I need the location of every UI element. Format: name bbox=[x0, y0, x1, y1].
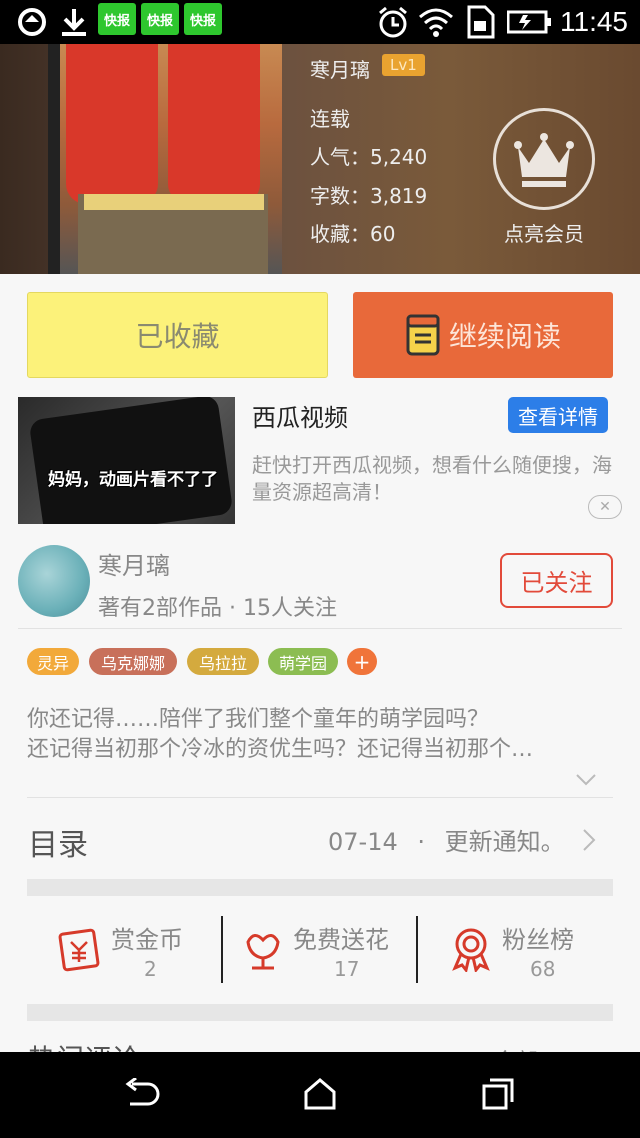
book-header: 寒月璃 Lv1 连载 人气：5,240 字数：3,819 收藏：60 点亮会员 bbox=[0, 44, 640, 274]
status-time: 11:45 bbox=[560, 6, 628, 37]
flower-icon bbox=[242, 928, 284, 976]
description-line: 还记得当初那个冷冰的资优生吗？还记得当初那个… bbox=[27, 737, 534, 762]
author-meta: 著有2部作品 · 15人关注 bbox=[98, 596, 337, 621]
toc-update-date: 07-14 bbox=[328, 828, 398, 856]
divider bbox=[27, 797, 613, 798]
description-line: 你还记得……陪伴了我们整个童年的萌学园吗？ bbox=[27, 707, 490, 732]
wifi-icon bbox=[416, 6, 456, 38]
fans-value: 68 bbox=[530, 957, 556, 981]
divider bbox=[416, 916, 418, 983]
ad-image-caption: 妈妈，动画片看不了了 bbox=[48, 470, 218, 490]
ad-image[interactable]: 妈妈，动画片看不了了 bbox=[18, 397, 235, 524]
battery-icon bbox=[506, 6, 552, 38]
back-icon[interactable] bbox=[122, 1076, 162, 1116]
continue-reading-label: 继续阅读 bbox=[448, 320, 561, 353]
ad-title[interactable]: 西瓜视频 bbox=[252, 398, 348, 433]
sync-icon bbox=[14, 6, 50, 38]
vip-label[interactable]: 点亮会员 bbox=[480, 218, 608, 247]
book-cover-image[interactable] bbox=[48, 44, 282, 274]
sdcard-icon bbox=[462, 5, 498, 39]
follow-button[interactable]: 已关注 bbox=[500, 553, 613, 608]
expand-chevron-icon[interactable] bbox=[575, 772, 597, 791]
flowers-label: 免费送花 bbox=[293, 926, 389, 954]
chevron-right-icon[interactable] bbox=[582, 828, 596, 856]
toc-update-info[interactable]: 07-14 · 更新通知。 bbox=[328, 822, 565, 857]
app-badge-icon: 快报 bbox=[98, 3, 136, 35]
fans-label: 粉丝榜 bbox=[502, 926, 574, 954]
favorited-button[interactable]: 已收藏 bbox=[27, 292, 328, 378]
ad-description[interactable]: 赶快打开西瓜视频，想看什么随便搜，海量资源超高清！ bbox=[252, 452, 612, 506]
recent-apps-icon[interactable] bbox=[480, 1076, 516, 1116]
continue-reading-button[interactable]: 继续阅读 bbox=[353, 292, 613, 378]
book-favorites-count: 收藏：60 bbox=[310, 222, 396, 246]
reward-label: 赏金币 bbox=[111, 926, 183, 954]
ad-details-button[interactable]: 查看详情 bbox=[508, 397, 608, 433]
book-icon bbox=[406, 314, 440, 356]
section-divider bbox=[27, 1004, 613, 1021]
home-icon[interactable] bbox=[302, 1076, 338, 1116]
red-envelope-icon bbox=[56, 928, 102, 976]
book-description[interactable]: 你还记得……陪伴了我们整个童年的萌学园吗？ 还记得当初那个冷冰的资优生吗？还记得… bbox=[27, 705, 607, 765]
medal-icon bbox=[450, 926, 492, 976]
app-badge-icon: 快报 bbox=[184, 3, 222, 35]
author-name[interactable]: 寒月璃 bbox=[98, 546, 170, 581]
tag-chip[interactable]: 乌克娜娜 bbox=[89, 648, 177, 675]
ad-close-icon[interactable]: ✕ bbox=[588, 495, 622, 519]
reward-value: 2 bbox=[144, 957, 157, 981]
divider bbox=[221, 916, 223, 983]
flowers-value: 17 bbox=[334, 957, 360, 981]
divider bbox=[18, 628, 622, 629]
tag-chip[interactable]: 灵异 bbox=[27, 648, 79, 675]
author-avatar[interactable] bbox=[18, 545, 90, 617]
app-badge-icon: 快报 bbox=[141, 3, 179, 35]
tag-chip[interactable]: 萌学园 bbox=[268, 648, 338, 675]
download-icon bbox=[56, 6, 92, 38]
hero-author-name[interactable]: 寒月璃 bbox=[310, 54, 370, 83]
tag-chip[interactable]: 乌拉拉 bbox=[187, 648, 259, 675]
vip-crown-button[interactable] bbox=[493, 108, 595, 210]
alarm-icon bbox=[374, 6, 412, 38]
book-status: 连载 bbox=[310, 107, 350, 131]
status-bar: 快报 快报 快报 11:45 bbox=[0, 0, 640, 44]
crown-icon bbox=[514, 133, 574, 187]
toc-title[interactable]: 目录 bbox=[28, 820, 88, 864]
toc-update-text: 更新通知。 bbox=[444, 828, 565, 856]
add-tag-button[interactable]: + bbox=[347, 648, 377, 675]
level-badge: Lv1 bbox=[382, 54, 425, 76]
book-word-count: 字数：3,819 bbox=[310, 184, 428, 208]
section-divider bbox=[27, 879, 613, 896]
book-popularity: 人气：5,240 bbox=[310, 145, 428, 169]
system-nav-bar bbox=[0, 1052, 640, 1138]
favorited-label: 已收藏 bbox=[135, 320, 220, 353]
